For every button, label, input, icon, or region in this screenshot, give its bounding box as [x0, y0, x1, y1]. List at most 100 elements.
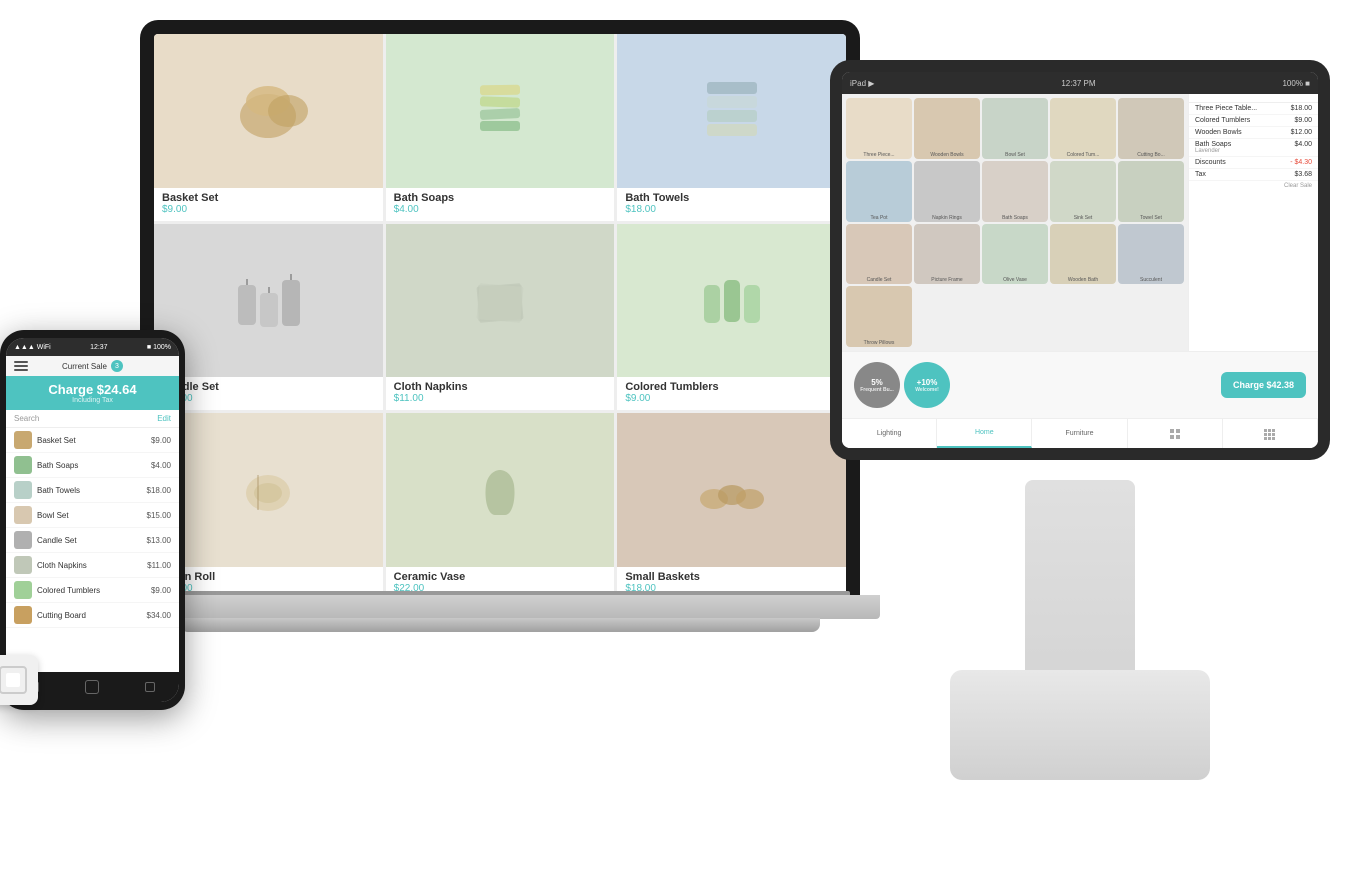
pos-status-right: 100% ■	[1282, 79, 1310, 88]
phone-cart-row[interactable]: Colored Tumblers$9.00	[6, 578, 179, 603]
laptop: Basket Set$9.00 Bath Soaps$4.00 Bath Tow…	[120, 20, 880, 720]
pos-product-6[interactable]: Napkin Rings	[914, 161, 980, 222]
pos-product-14[interactable]: Succulent	[1118, 224, 1184, 285]
phone-cart-row[interactable]: Bath Towels$18.00	[6, 478, 179, 503]
laptop-product-basket[interactable]: Basket Set$9.00	[154, 34, 383, 221]
phone-cart-row[interactable]: Bath Soaps$4.00	[6, 453, 179, 478]
cart-item-icon	[14, 431, 32, 449]
pos-product-3[interactable]: Colored Tum...	[1050, 98, 1116, 159]
pos-tab-furniture[interactable]: Furniture	[1032, 419, 1127, 448]
pos-product-1[interactable]: Wooden Bowls	[914, 98, 980, 159]
pos-cart-item[interactable]: Bath SoapsLavender$4.00	[1189, 139, 1318, 157]
discount-btn2-label: +10%	[915, 378, 939, 387]
pos-cart-item[interactable]: Colored Tumblers$9.00	[1189, 115, 1318, 127]
discount-label2: Welcome!	[915, 387, 939, 393]
laptop-base	[120, 595, 880, 619]
phone-cart-row[interactable]: Basket Set$9.00	[6, 428, 179, 453]
cart-item-name: Wooden Bowls	[1195, 129, 1291, 136]
phone-cart-row[interactable]: Cutting Board$34.00	[6, 603, 179, 628]
pos-cart-item[interactable]: Tax$3.68	[1189, 169, 1318, 181]
phone-cart-item-name: Cutting Board	[37, 611, 147, 620]
laptop-screen-outer: Basket Set$9.00 Bath Soaps$4.00 Bath Tow…	[140, 20, 860, 600]
square-logo	[6, 673, 20, 687]
laptop-product-soaps[interactable]: Bath Soaps$4.00	[386, 34, 615, 221]
pos-cart-item[interactable]: Discounts- $4.30	[1189, 157, 1318, 169]
phone-charge-bar[interactable]: Charge $24.64 Including Tax	[6, 376, 179, 410]
pos-charge-button[interactable]: Charge $42.38	[1221, 372, 1306, 398]
laptop-product-grid: Basket Set$9.00 Bath Soaps$4.00 Bath Tow…	[154, 34, 846, 600]
phone-cart-row[interactable]: Candle Set$13.00	[6, 528, 179, 553]
pos-product-label: Three Piece...	[846, 151, 912, 159]
laptop-product-napkins[interactable]: Cloth Napkins$11.00	[386, 224, 615, 411]
phone-cart-row[interactable]: Bowl Set$15.00	[6, 503, 179, 528]
square-card-reader	[0, 655, 38, 705]
pos-main: Three Piece...Wooden BowlsBowl SetColore…	[842, 94, 1318, 351]
pos-product-2[interactable]: Bowl Set	[982, 98, 1048, 159]
cart-item-icon	[14, 456, 32, 474]
laptop-product-vase[interactable]: Ceramic Vase$22.00	[386, 413, 615, 600]
pos-product-9[interactable]: Towel Set	[1118, 161, 1184, 222]
laptop-product-baskets2[interactable]: Small Baskets$18.00	[617, 413, 846, 600]
pos-tab-grid1[interactable]	[1128, 419, 1223, 448]
pos-tablet: iPad ▶ 12:37 PM 100% ■ Three Piece...Woo…	[830, 60, 1330, 780]
pos-clear-sale[interactable]: Clear Sale	[1189, 181, 1318, 191]
phone-charge-amount: Charge $24.64	[14, 382, 171, 397]
phone-cart-row[interactable]: Cloth Napkins$11.00	[6, 553, 179, 578]
product-price: $4.00	[394, 204, 607, 215]
pos-product-10[interactable]: Candle Set	[846, 224, 912, 285]
pos-products-grid: Three Piece...Wooden BowlsBowl SetColore…	[842, 94, 1188, 351]
phone-body: ▲▲▲ WiFi 12:37 ■ 100% Current Sale 3	[0, 330, 185, 710]
phone-cart-list: Basket Set$9.00Bath Soaps$4.00Bath Towel…	[6, 428, 179, 672]
phone-search-bar: Search Edit	[6, 410, 179, 428]
pos-product-label: Olive Vase	[982, 276, 1048, 284]
phone-time: 12:37	[90, 344, 108, 351]
phone-cart-item-name: Candle Set	[37, 536, 147, 545]
pos-cart-item[interactable]: Wooden Bowls$12.00	[1189, 127, 1318, 139]
pos-product-12[interactable]: Olive Vase	[982, 224, 1048, 285]
laptop-product-roll[interactable]: Linen Roll$14.00	[154, 413, 383, 600]
phone-cart-item-price: $9.00	[151, 586, 171, 595]
pos-tab-grid2[interactable]	[1223, 419, 1318, 448]
cart-item-icon	[14, 506, 32, 524]
pos-product-label: Tea Pot	[846, 214, 912, 222]
phone-cart-item-price: $18.00	[147, 486, 171, 495]
pos-tab-home[interactable]: Home	[937, 419, 1032, 448]
pos-product-label: Bowl Set	[982, 151, 1048, 159]
pos-product-label: Picture Frame	[914, 276, 980, 284]
product-name: Cloth Napkins	[394, 381, 607, 393]
phone-edit-button[interactable]: Edit	[157, 414, 171, 423]
pos-cart-header	[1189, 94, 1318, 103]
laptop-product-tumblers[interactable]: Colored Tumblers$9.00	[617, 224, 846, 411]
phone-charge-tax: Including Tax	[14, 397, 171, 404]
pos-product-7[interactable]: Bath Soaps	[982, 161, 1048, 222]
frequent-buyer-btn[interactable]: 5% Frequent Bu...	[854, 362, 900, 408]
pos-product-13[interactable]: Wooden Bath	[1050, 224, 1116, 285]
pos-product-15[interactable]: Throw Pillows	[846, 286, 912, 347]
welcome-discount-btn[interactable]: +10% Welcome!	[904, 362, 950, 408]
pos-product-5[interactable]: Tea Pot	[846, 161, 912, 222]
phone-recents-button[interactable]	[138, 679, 162, 695]
laptop-product-towels[interactable]: Bath Towels$18.00	[617, 34, 846, 221]
pos-product-11[interactable]: Picture Frame	[914, 224, 980, 285]
pos-nav-bar: Lighting Home Furniture	[842, 418, 1318, 448]
discount-label1: Frequent Bu...	[860, 387, 894, 393]
pos-cart-item[interactable]: Three Piece Table...$18.00	[1189, 103, 1318, 115]
pos-stand-neck	[1025, 480, 1135, 680]
product-name: Small Baskets	[625, 571, 838, 583]
product-price: $18.00	[625, 204, 838, 215]
phone-home-button[interactable]	[80, 679, 104, 695]
laptop-product-candles[interactable]: Candle Set$13.00	[154, 224, 383, 411]
product-price: $9.00	[162, 204, 375, 215]
menu-icon[interactable]	[14, 361, 28, 371]
pos-product-8[interactable]: Sink Set	[1050, 161, 1116, 222]
pos-nav-tabs: Lighting Home Furniture	[842, 419, 1318, 448]
pos-product-0[interactable]: Three Piece...	[846, 98, 912, 159]
phone-cart-item-name: Bath Soaps	[37, 461, 151, 470]
pos-tab-lighting[interactable]: Lighting	[842, 419, 937, 448]
pos-topbar: iPad ▶ 12:37 PM 100% ■	[842, 72, 1318, 94]
phone-search-input[interactable]: Search	[14, 414, 39, 423]
phone-battery: ■ 100%	[147, 344, 171, 351]
phone-cart-item-price: $11.00	[147, 561, 171, 570]
cart-item-icon	[14, 556, 32, 574]
pos-product-4[interactable]: Cutting Bo...	[1118, 98, 1184, 159]
